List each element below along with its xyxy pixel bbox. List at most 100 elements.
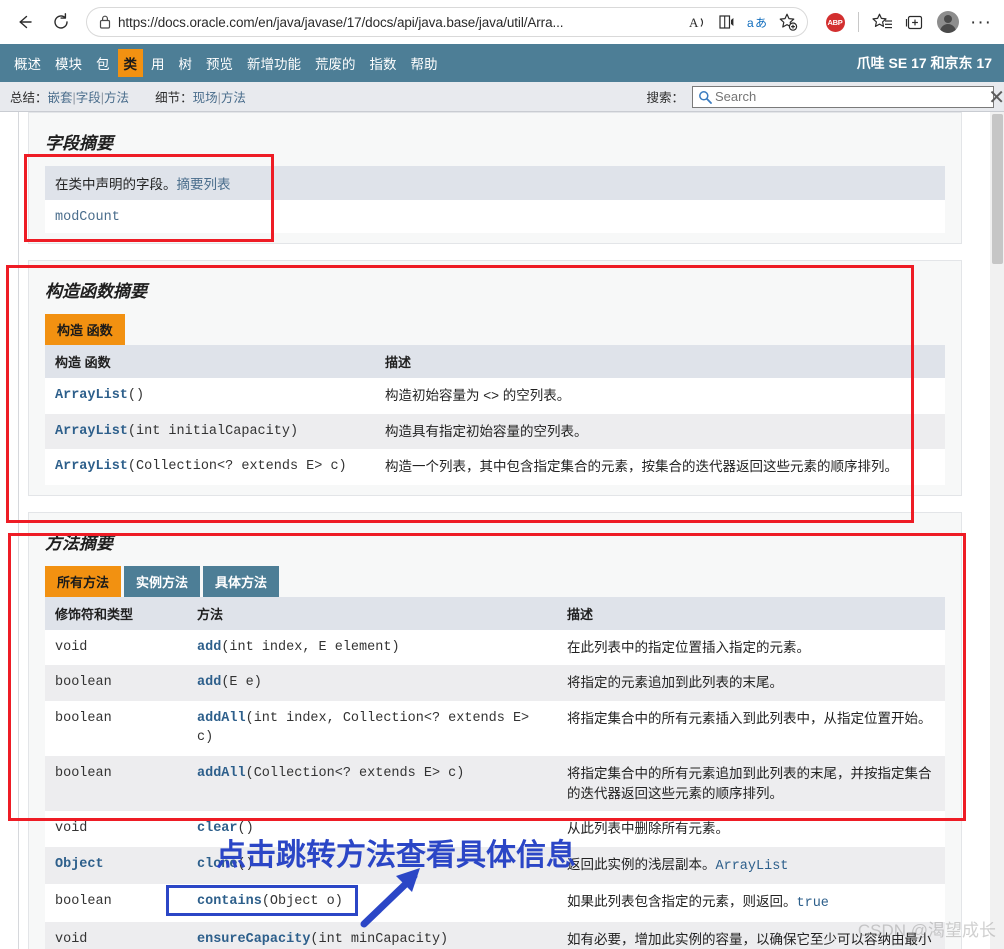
- nav-item-preview[interactable]: 预览: [200, 49, 239, 77]
- search-label: 搜索：: [646, 91, 684, 105]
- tab-concrete-methods[interactable]: 具体方法: [203, 565, 280, 597]
- favorites-icon[interactable]: [867, 7, 897, 37]
- constructor-tabs: 构造 函数: [45, 314, 945, 345]
- field-summary-section: 字段摘要 在类中声明的字段。摘要列表 modCount: [28, 112, 962, 244]
- back-button[interactable]: [8, 5, 42, 39]
- method-modifier: void: [45, 921, 187, 949]
- field-link-modcount[interactable]: modCount: [55, 210, 120, 225]
- nav-item-use[interactable]: 用: [145, 49, 171, 77]
- omnibox-actions: A a あ: [684, 8, 802, 36]
- method-description-text: 返回此实例的浅层副本。: [567, 856, 716, 872]
- constructor-description: 构造一个列表，其中包含指定集合的元素，按集合的迭代器返回这些元素的顺序排列。: [375, 449, 945, 485]
- nav-item-class[interactable]: 类: [117, 49, 143, 77]
- search-box[interactable]: ✕: [692, 85, 1004, 109]
- profile-avatar-icon[interactable]: [933, 7, 963, 37]
- summary-label: 总结：: [10, 91, 48, 105]
- method-name[interactable]: addAll: [197, 711, 246, 726]
- method-name[interactable]: addAll: [197, 766, 246, 781]
- reload-button[interactable]: [44, 5, 78, 39]
- more-dots: ···: [970, 11, 992, 33]
- col-description: 描述: [375, 345, 945, 378]
- table-row: boolean add(E e) 将指定的元素追加到此列表的末尾。: [45, 665, 945, 701]
- search-input[interactable]: [713, 88, 989, 105]
- constructor-name[interactable]: ArrayList: [55, 459, 128, 474]
- read-aloud-font-icon[interactable]: A: [684, 8, 712, 36]
- address-bar[interactable]: https://docs.oracle.com/en/java/javase/1…: [86, 7, 808, 37]
- constructor-signature[interactable]: ArrayList(Collection<? extends E> c): [45, 449, 375, 485]
- tab-instance-methods[interactable]: 实例方法: [124, 565, 201, 597]
- svg-text:A: A: [689, 15, 699, 30]
- method-signature[interactable]: addAll(int index, Collection<? extends E…: [187, 700, 557, 756]
- field-inherited-row: 在类中声明的字段。摘要列表: [45, 166, 945, 200]
- nav-item-module[interactable]: 模块: [49, 49, 88, 77]
- adblock-plus-icon[interactable]: ABP: [820, 7, 850, 37]
- method-args: (Object o): [261, 894, 343, 910]
- nav-item-overview[interactable]: 概述: [8, 49, 47, 77]
- constructor-description: 构造初始容量为 <> 的空列表。: [375, 378, 945, 414]
- method-summary-section: 方法摘要 所有方法 实例方法 具体方法 修饰符和类型 方法 描述 void ad…: [28, 511, 962, 949]
- method-description: 从此列表中删除所有元素。: [557, 811, 945, 847]
- summary-link-field[interactable]: 字段: [76, 91, 101, 105]
- summary-link-nested[interactable]: 嵌套: [48, 91, 73, 105]
- method-modifier: void: [45, 629, 187, 666]
- immersive-reader-icon[interactable]: [714, 8, 742, 36]
- constructor-description: 构造具有指定初始容量的空列表。: [375, 413, 945, 450]
- nav-item-new[interactable]: 新增功能: [241, 49, 307, 77]
- javadoc-brand-title: 爪哇 SE 17 和京东 17: [856, 55, 992, 71]
- nav-item-package[interactable]: 包: [90, 49, 116, 77]
- method-name[interactable]: add: [197, 675, 221, 690]
- detail-group: 细节：现场|方法: [155, 87, 246, 106]
- constructor-name[interactable]: ArrayList: [55, 424, 128, 439]
- detail-label: 细节：: [155, 91, 193, 105]
- field-inherited-link[interactable]: 摘要列表: [177, 177, 231, 192]
- method-modifier: boolean: [45, 700, 187, 756]
- constructor-summary-section: 构造函数摘要 构造 函数 构造 函数 描述 ArrayList() 构造初始容量…: [28, 260, 962, 496]
- field-row: modCount: [45, 200, 945, 233]
- settings-more-icon[interactable]: ···: [966, 7, 996, 37]
- browser-extension-toolbar: ABP ···: [816, 7, 996, 37]
- method-name[interactable]: ensureCapacity: [197, 932, 310, 947]
- method-modifier: Object: [45, 846, 187, 885]
- method-description: 将指定集合中的所有元素插入到此列表中，从指定位置开始。: [557, 700, 945, 756]
- translate-icon[interactable]: a あ: [744, 8, 772, 36]
- col-constructor: 构造 函数: [45, 345, 375, 378]
- method-signature[interactable]: addAll(Collection<? extends E> c): [187, 755, 557, 812]
- detail-link-method[interactable]: 方法: [221, 91, 246, 105]
- method-args: (int index, E element): [221, 639, 400, 655]
- nav-item-tree[interactable]: 树: [173, 49, 199, 77]
- method-signature[interactable]: add(int index, E element): [187, 629, 557, 666]
- method-description: 如有必要，增加此实例的容量，以确保它至少可以容纳由最小: [557, 921, 945, 949]
- summary-link-method[interactable]: 方法: [104, 91, 129, 105]
- method-name[interactable]: contains: [197, 894, 262, 909]
- constructor-name[interactable]: ArrayList: [55, 388, 128, 403]
- nav-item-help[interactable]: 帮助: [405, 49, 444, 77]
- method-description-code: true: [796, 896, 829, 912]
- method-modifier-text: Object: [55, 856, 104, 872]
- method-name[interactable]: add: [197, 640, 221, 655]
- svg-text:あ: あ: [755, 16, 767, 30]
- tab-all-methods[interactable]: 所有方法: [45, 565, 122, 597]
- collections-icon[interactable]: [900, 7, 930, 37]
- nav-item-deprecated[interactable]: 荒废的: [309, 49, 362, 77]
- table-row: void add(int index, E element) 在此列表中的指定位…: [45, 629, 945, 666]
- detail-link-field[interactable]: 现场: [193, 91, 218, 105]
- constructor-signature[interactable]: ArrayList(): [45, 378, 375, 414]
- constructor-args: (): [127, 388, 145, 403]
- table-row: boolean contains(Object o) 如果此列表包含指定的元素，…: [45, 884, 945, 922]
- adblock-badge: ABP: [825, 12, 845, 32]
- method-description: 返回此实例的浅层副本。ArrayList: [557, 846, 945, 885]
- close-x-icon[interactable]: ✕: [988, 85, 1004, 110]
- constructor-signature[interactable]: ArrayList(int initialCapacity): [45, 413, 375, 450]
- method-description: 如果此列表包含指定的元素，则返回。true: [557, 884, 945, 922]
- table-row: ArrayList(Collection<? extends E> c) 构造一…: [45, 449, 945, 485]
- method-description: 将指定的元素追加到此列表的末尾。: [557, 665, 945, 701]
- constructor-table-header: 构造 函数 描述: [45, 345, 945, 378]
- method-args: (int minCapacity): [310, 931, 449, 947]
- tab-constructors[interactable]: 构造 函数: [45, 314, 125, 345]
- method-modifier: boolean: [45, 665, 187, 701]
- method-signature[interactable]: add(E e): [187, 665, 557, 701]
- nav-item-index[interactable]: 指数: [364, 49, 403, 77]
- scrollbar-thumb[interactable]: [992, 114, 1003, 264]
- page-scrollbar[interactable]: [990, 112, 1004, 949]
- add-favorite-icon[interactable]: [774, 8, 802, 36]
